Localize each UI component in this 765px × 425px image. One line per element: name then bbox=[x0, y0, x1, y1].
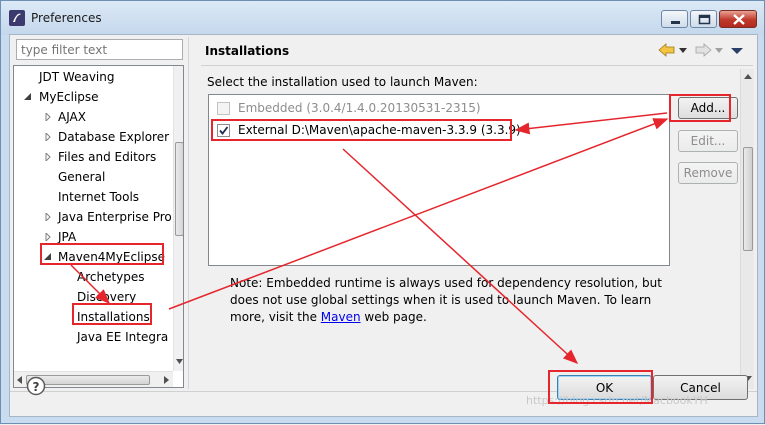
tree-item-label: General bbox=[58, 170, 106, 184]
tree-item-label: AJAX bbox=[58, 110, 86, 124]
installations-list[interactable]: Embedded (3.0.4/1.4.0.20130531-2315) Ext… bbox=[208, 94, 670, 266]
maximize-button[interactable] bbox=[690, 10, 717, 28]
page-scroll-thumb[interactable] bbox=[743, 147, 753, 251]
svg-text:?: ? bbox=[33, 380, 40, 394]
title-bar[interactable]: Preferences bbox=[1, 1, 764, 35]
scroll-up-arrow-icon[interactable] bbox=[744, 74, 752, 79]
dialog-client-area: JDT Weaving MyEclipse AJAX Database Expl… bbox=[9, 34, 758, 417]
help-icon[interactable]: ? bbox=[26, 376, 46, 396]
remove-installation-button[interactable]: Remove bbox=[678, 162, 738, 184]
close-window-button[interactable] bbox=[719, 10, 757, 28]
tree-item-label: Database Explorer bbox=[58, 130, 170, 144]
maven-link[interactable]: Maven bbox=[321, 310, 361, 324]
embedded-runtime-note: Note: Embedded runtime is always used fo… bbox=[230, 275, 670, 326]
tree-item-label: Files and Editors bbox=[58, 150, 157, 164]
add-installation-button[interactable]: Add... bbox=[678, 97, 738, 119]
minimize-button[interactable] bbox=[661, 10, 688, 28]
collapsed-arrow-icon[interactable] bbox=[44, 213, 52, 221]
tree-item-label: Discovery bbox=[77, 290, 137, 304]
collapsed-arrow-icon[interactable] bbox=[44, 153, 52, 161]
note-text: Note: Embedded runtime is always used fo… bbox=[230, 276, 662, 324]
expanded-arrow-icon[interactable] bbox=[44, 253, 52, 261]
tree-vertical-scroll-thumb[interactable] bbox=[175, 142, 183, 236]
checkmark-icon bbox=[219, 126, 229, 135]
installation-checkbox-external[interactable] bbox=[217, 124, 230, 137]
tree-item-installations[interactable]: Installations bbox=[77, 308, 150, 328]
tree-item-label: Internet Tools bbox=[58, 190, 140, 204]
edit-installation-button[interactable]: Edit... bbox=[678, 130, 738, 152]
collapsed-arrow-icon[interactable] bbox=[44, 113, 52, 121]
tree-item-jdt-weaving[interactable]: JDT Weaving bbox=[39, 68, 114, 88]
scroll-right-arrow-icon[interactable] bbox=[164, 376, 170, 384]
installation-label: Embedded (3.0.4/1.4.0.20130531-2315) bbox=[238, 101, 481, 115]
tree-item-label: JPA bbox=[58, 230, 77, 244]
title-separator bbox=[201, 65, 753, 66]
page-vertical-scrollbar[interactable] bbox=[740, 69, 754, 389]
filter-input[interactable] bbox=[16, 39, 183, 60]
back-arrow-icon[interactable] bbox=[658, 43, 676, 57]
collapsed-arrow-icon[interactable] bbox=[44, 233, 52, 241]
close-icon bbox=[733, 14, 745, 25]
pane-splitter[interactable] bbox=[188, 37, 191, 389]
tree-item-general[interactable]: General bbox=[58, 168, 105, 188]
tree-item-java-ee-integration[interactable]: Java EE Integra bbox=[77, 328, 168, 348]
tree-item-label: Maven4MyEclipse bbox=[58, 250, 165, 264]
maximize-icon bbox=[698, 14, 711, 25]
preferences-tree[interactable]: JDT Weaving MyEclipse AJAX Database Expl… bbox=[13, 65, 184, 388]
installation-checkbox-embedded[interactable] bbox=[217, 102, 230, 115]
tree-item-label: Java EE Integra bbox=[77, 330, 169, 344]
tree-item-archetypes[interactable]: Archetypes bbox=[77, 268, 145, 288]
window-title: Preferences bbox=[31, 11, 102, 25]
scroll-left-arrow-icon[interactable] bbox=[16, 376, 22, 384]
collapsed-arrow-icon[interactable] bbox=[44, 133, 52, 141]
expanded-arrow-icon[interactable] bbox=[24, 93, 32, 101]
preferences-window: Preferences JDT Weaving MyEclipse AJAX bbox=[0, 0, 765, 424]
tree-item-internet-tools[interactable]: Internet Tools bbox=[58, 188, 139, 208]
tree-vertical-scrollbar[interactable] bbox=[173, 66, 183, 371]
tree-item-label: JDT Weaving bbox=[39, 70, 115, 84]
minimize-icon bbox=[671, 21, 680, 24]
installation-label: External D:\Maven\apache-maven-3.3.9 (3.… bbox=[238, 123, 521, 137]
tree-item-label: Installations bbox=[77, 310, 150, 324]
watermark-text: https://blog.csdn.net/MacbookYH bbox=[526, 394, 708, 407]
forward-menu-chevron-icon[interactable] bbox=[714, 43, 724, 57]
forward-arrow-icon[interactable] bbox=[694, 43, 712, 57]
installations-intro-text: Select the installation used to launch M… bbox=[207, 75, 478, 89]
page-title: Installations bbox=[205, 44, 290, 58]
back-menu-chevron-icon[interactable] bbox=[678, 43, 688, 57]
tree-item-label: Java Enterprise Pro bbox=[58, 210, 172, 224]
note-text-end: web page. bbox=[360, 310, 427, 324]
tree-item-label: Archetypes bbox=[77, 270, 145, 284]
view-menu-icon[interactable] bbox=[730, 43, 744, 57]
tree-item-discovery[interactable]: Discovery bbox=[77, 288, 136, 308]
installations-page: Installations Select the installation us… bbox=[194, 35, 756, 390]
eclipse-app-icon bbox=[9, 10, 25, 26]
tree-item-label: MyEclipse bbox=[39, 90, 99, 104]
scroll-down-arrow-icon[interactable] bbox=[176, 359, 183, 365]
